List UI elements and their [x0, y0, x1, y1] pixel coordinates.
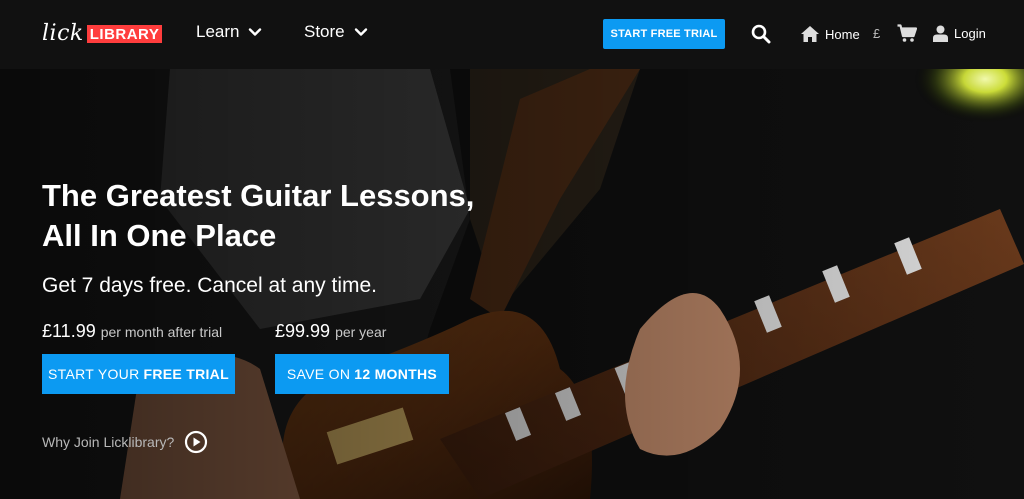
chevron-down-icon — [249, 28, 262, 36]
currency-selector[interactable]: £ — [873, 26, 880, 41]
why-join-label: Why Join Licklibrary? — [42, 434, 175, 450]
play-icon — [185, 430, 208, 454]
top-navbar: lick LIBRARY Learn Store START FREE TRIA… — [0, 0, 1024, 69]
nav-store-menu[interactable]: Store — [304, 22, 368, 42]
logo-library-badge: LIBRARY — [86, 25, 163, 43]
why-join-link[interactable]: Why Join Licklibrary? — [42, 430, 208, 454]
save-on-12-months-button[interactable]: SAVE ON 12 MONTHS — [275, 354, 449, 394]
cta-trial-prefix: START YOUR — [48, 366, 140, 382]
home-label: Home — [825, 26, 860, 42]
licklibrary-logo[interactable]: lick LIBRARY — [42, 20, 163, 48]
yearly-price-amount: £99.99 — [275, 321, 331, 341]
login-link[interactable]: Login — [933, 25, 986, 42]
hero-headline: The Greatest Guitar Lessons, All In One … — [42, 176, 562, 256]
start-your-free-trial-button[interactable]: START YOUR FREE TRIAL — [42, 354, 235, 394]
cta-trial-bold: FREE TRIAL — [143, 366, 229, 382]
nav-learn-menu[interactable]: Learn — [196, 22, 262, 42]
chevron-down-icon — [354, 28, 367, 36]
search-icon[interactable] — [751, 24, 771, 44]
cta-save-bold: 12 MONTHS — [354, 366, 438, 382]
headline-line-1: The Greatest Guitar Lessons, — [42, 178, 475, 213]
headline-line-2: All In One Place — [42, 218, 277, 253]
cart-icon[interactable] — [897, 24, 917, 43]
user-icon — [933, 25, 948, 42]
home-link[interactable]: Home — [800, 25, 860, 43]
yearly-price: £99.99 per year — [275, 321, 386, 342]
yearly-price-note: per year — [335, 324, 387, 340]
monthly-price-amount: £11.99 — [42, 321, 96, 341]
logo-lick-text: lick — [42, 21, 84, 46]
nav-store-label: Store — [304, 22, 345, 41]
start-free-trial-button[interactable]: START FREE TRIAL — [603, 19, 725, 49]
hero-section: The Greatest Guitar Lessons, All In One … — [0, 69, 1024, 499]
nav-learn-label: Learn — [196, 22, 240, 41]
monthly-price: £11.99 per month after trial — [42, 321, 222, 342]
cta-save-prefix: SAVE ON — [286, 366, 351, 382]
home-icon — [801, 26, 819, 42]
hero-subheadline: Get 7 days free. Cancel at any time. — [42, 274, 377, 297]
monthly-price-note: per month after trial — [100, 324, 223, 340]
login-label: Login — [954, 26, 986, 41]
